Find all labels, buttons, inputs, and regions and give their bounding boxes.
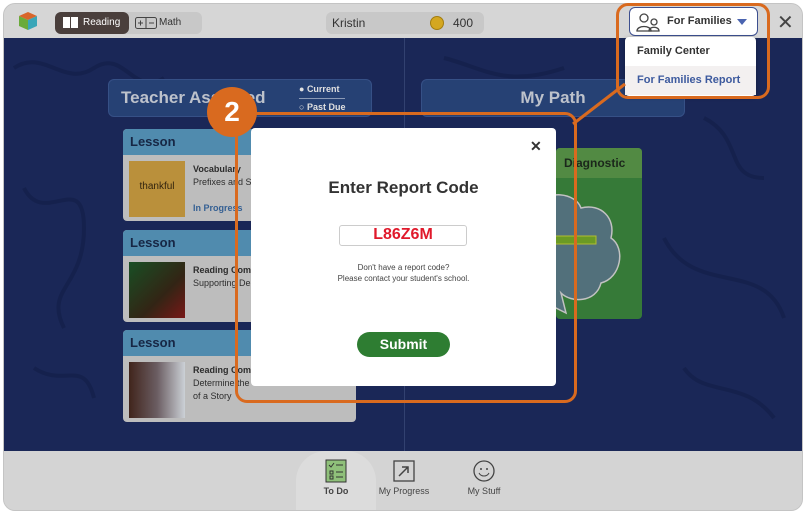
smiley-icon: [473, 460, 495, 482]
plus-minus-icon: [135, 17, 157, 29]
math-tab[interactable]: Math: [135, 12, 181, 34]
bottom-nav: To Do My Progress My Stuff: [4, 451, 802, 510]
nav-to-do-label: To Do: [323, 486, 349, 496]
coin-icon: [430, 16, 444, 30]
annotation-connector: [572, 82, 626, 126]
nav-my-stuff-label: My Stuff: [467, 486, 501, 496]
subject-switcher: Reading Math: [55, 12, 202, 34]
app-logo-icon: [19, 12, 37, 30]
math-label: Math: [159, 17, 182, 28]
nav-my-stuff[interactable]: My Stuff: [444, 451, 524, 510]
annotation-highlight-modal: [235, 112, 577, 403]
annotation-highlight-menu: [616, 3, 770, 99]
arrow-up-right-icon: [393, 460, 415, 482]
step-badge: 2: [207, 87, 257, 137]
book-icon: [63, 17, 78, 28]
user-info: Kristin 400: [326, 12, 484, 34]
coin-count: 400: [453, 16, 474, 30]
nav-my-progress-label: My Progress: [378, 486, 430, 496]
user-name: Kristin: [332, 16, 366, 30]
checklist-icon: [325, 459, 347, 483]
nav-my-progress[interactable]: My Progress: [364, 451, 444, 510]
reading-label: Reading: [83, 17, 121, 28]
reading-tab[interactable]: Reading: [55, 12, 129, 34]
close-icon[interactable]: ✕: [777, 10, 794, 35]
